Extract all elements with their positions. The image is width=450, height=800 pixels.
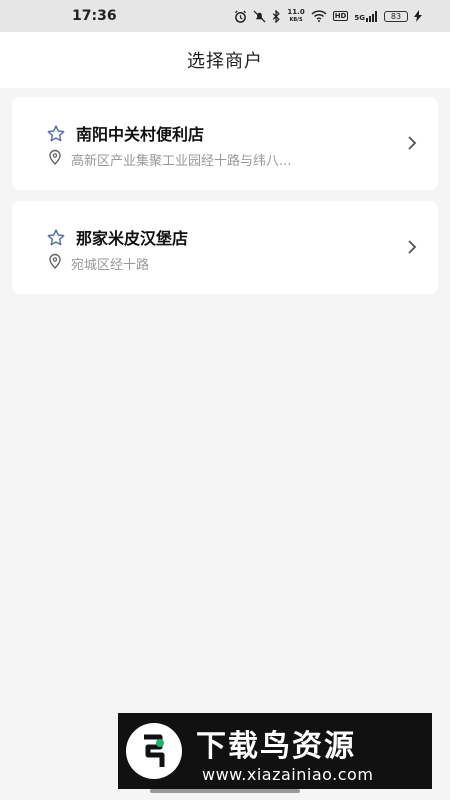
status-bar: 17:36 11.0 KB/S HD 5G 83 xyxy=(0,0,450,32)
bluetooth-icon xyxy=(273,9,281,23)
net-speed-unit: KB/S xyxy=(289,16,303,23)
home-indicator[interactable] xyxy=(150,789,300,793)
watermark-banner: 下载鸟资源 www.xiazainiao.com xyxy=(118,713,432,789)
bird-logo-icon xyxy=(144,734,165,767)
network-type: 5G xyxy=(354,13,365,22)
location-pin-icon xyxy=(49,149,61,165)
net-speed-value: 11.0 xyxy=(287,7,305,16)
battery-icon: 83 xyxy=(384,10,408,22)
merchant-card[interactable]: 那家米皮汉堡店 宛城区经十路 xyxy=(12,201,438,294)
location-pin-icon xyxy=(49,253,61,269)
merchant-address: 高新区产业集聚工业园经十路与纬八... xyxy=(71,154,292,169)
watermark-logo xyxy=(126,723,182,779)
star-icon[interactable] xyxy=(46,124,66,144)
merchant-name: 南阳中关村便利店 xyxy=(76,125,205,144)
wifi-icon xyxy=(311,10,327,22)
merchant-address: 宛城区经十路 xyxy=(71,258,150,273)
signal-icon xyxy=(366,10,377,22)
merchant-list: 南阳中关村便利店 高新区产业集聚工业园经十路与纬八... 那家米皮汉堡店 宛城区… xyxy=(12,97,438,305)
star-icon[interactable] xyxy=(46,228,66,248)
net-speed: 11.0 KB/S xyxy=(287,7,305,24)
merchant-name: 那家米皮汉堡店 xyxy=(76,229,189,248)
hd-badge: HD xyxy=(332,11,349,21)
alarm-icon xyxy=(235,9,247,23)
status-time: 17:36 xyxy=(72,8,117,24)
status-icons: 11.0 KB/S HD 5G 83 xyxy=(234,7,422,24)
watermark-title: 下载鸟资源 xyxy=(196,729,356,764)
page-header: 选择商户 xyxy=(0,32,450,88)
merchant-card[interactable]: 南阳中关村便利店 高新区产业集聚工业园经十路与纬八... xyxy=(12,97,438,190)
signal-group: 5G xyxy=(354,10,378,22)
chevron-right-icon xyxy=(408,136,417,150)
page-title: 选择商户 xyxy=(187,51,263,72)
mute-icon xyxy=(253,9,266,23)
charging-icon xyxy=(414,10,422,22)
watermark-url: www.xiazainiao.com xyxy=(202,765,374,784)
chevron-right-icon xyxy=(408,240,417,254)
